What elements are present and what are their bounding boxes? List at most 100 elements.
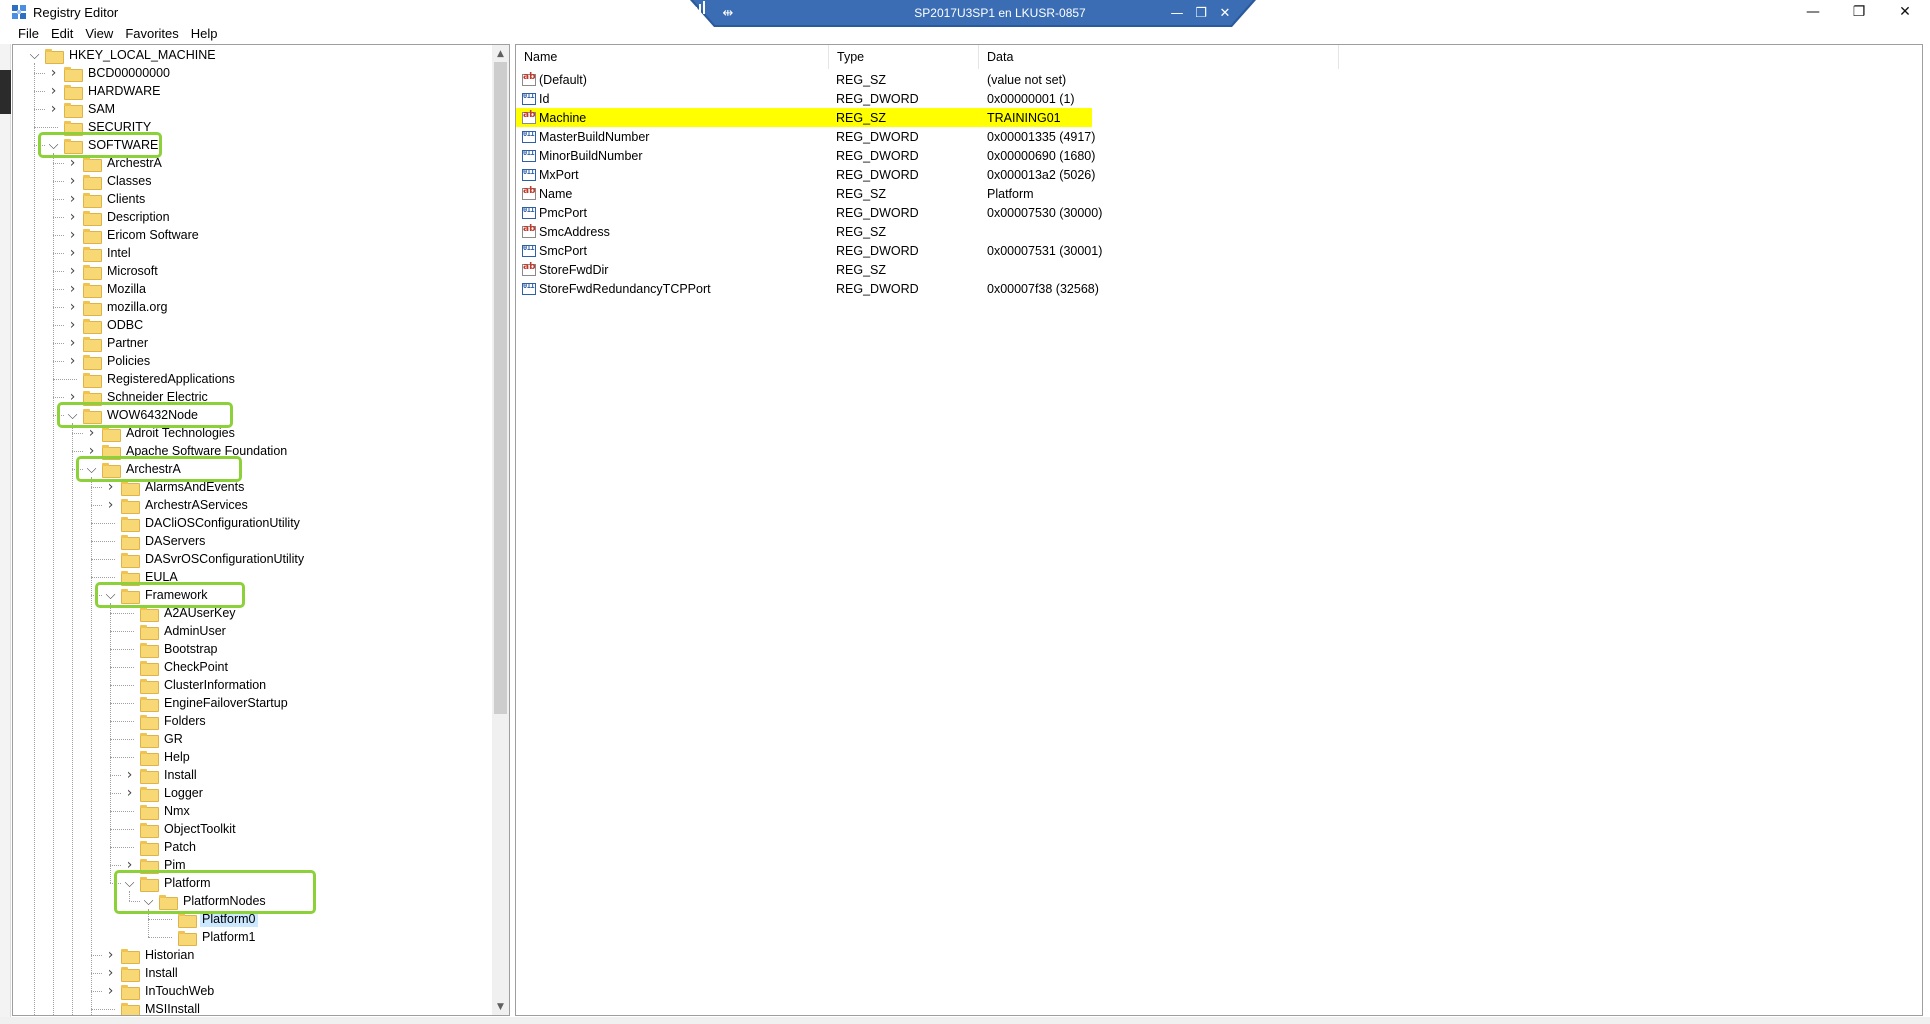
chevron-down-icon[interactable]: ⌵ [104, 586, 117, 604]
key-tree[interactable]: ⌵ HKEY_LOCAL_MACHINE › BCD00000000 › HARDWARE… [13, 45, 494, 1015]
tree-node[interactable]: Platform0 [161, 910, 258, 928]
tree-node[interactable]: › Pim [123, 856, 188, 874]
value-row[interactable]: Machine REG_SZ TRAINING01 [516, 108, 1092, 127]
tree-node[interactable]: RegisteredApplications [66, 370, 237, 388]
chevron-down-icon[interactable]: ⌵ [66, 406, 79, 424]
column-header-data[interactable]: Data [979, 45, 1339, 69]
tree-node[interactable]: ⌵ WOW6432Node [66, 406, 200, 424]
value-row[interactable]: (Default) REG_SZ (value not set) [516, 70, 1922, 89]
chevron-right-icon[interactable]: › [104, 964, 117, 982]
tree-node[interactable]: › mozilla.org [66, 298, 169, 316]
menu-edit[interactable]: Edit [45, 23, 79, 44]
value-row[interactable]: MinorBuildNumber REG_DWORD 0x00000690 (168… [516, 146, 1922, 165]
tree-node[interactable]: › Apache Software Foundation [85, 442, 289, 460]
scroll-up-arrow-icon[interactable]: ▲ [492, 45, 509, 62]
menu-view[interactable]: View [79, 23, 119, 44]
value-row[interactable]: MxPort REG_DWORD 0x000013a2 (5026) [516, 165, 1922, 184]
tree-node[interactable]: Bootstrap [123, 640, 220, 658]
tree-node[interactable]: › Microsoft [66, 262, 160, 280]
tree-node[interactable]: MSIInstall [104, 1000, 202, 1015]
chevron-right-icon[interactable]: › [66, 280, 79, 298]
values-list-pane[interactable]: Name Type Data (Default) REG_SZ (value not… [515, 44, 1923, 1016]
menu-file[interactable]: File [12, 23, 45, 44]
key-tree-pane[interactable]: ⌵ HKEY_LOCAL_MACHINE › BCD00000000 › HARDWARE… [12, 44, 510, 1016]
chevron-right-icon[interactable]: › [66, 226, 79, 244]
tree-node[interactable]: › Logger [123, 784, 205, 802]
tree-node[interactable]: DAServers [104, 532, 207, 550]
column-header-name[interactable]: Name [516, 45, 829, 69]
chevron-right-icon[interactable]: › [66, 190, 79, 208]
chevron-right-icon[interactable]: › [47, 82, 60, 100]
chevron-down-icon[interactable]: ⌵ [123, 874, 136, 892]
value-row[interactable]: Name REG_SZ Platform [516, 184, 1922, 203]
tree-node[interactable]: ⌵ ArchestrA [85, 460, 183, 478]
remote-minimize-button[interactable]: — [1166, 3, 1188, 23]
tree-node[interactable]: › Classes [66, 172, 153, 190]
value-row[interactable]: Id REG_DWORD 0x00000001 (1) [516, 89, 1922, 108]
tree-node[interactable]: › Historian [104, 946, 196, 964]
chevron-right-icon[interactable]: › [66, 172, 79, 190]
chevron-down-icon[interactable]: ⌵ [85, 460, 98, 478]
tree-node[interactable]: › Schneider Electric [66, 388, 210, 406]
chevron-right-icon[interactable]: › [104, 946, 117, 964]
chevron-right-icon[interactable]: › [66, 316, 79, 334]
chevron-right-icon[interactable]: › [104, 496, 117, 514]
chevron-right-icon[interactable]: › [66, 154, 79, 172]
tree-node[interactable]: › ODBC [66, 316, 145, 334]
scroll-down-arrow-icon[interactable]: ▼ [492, 998, 509, 1015]
chevron-right-icon[interactable]: › [66, 244, 79, 262]
pin-icon[interactable]: ⇹ [718, 4, 738, 22]
chevron-right-icon[interactable]: › [66, 208, 79, 226]
tree-node[interactable]: › Install [104, 964, 180, 982]
chevron-down-icon[interactable]: ⌵ [28, 46, 41, 64]
tree-node[interactable]: › ArchestrAServices [104, 496, 250, 514]
maximize-button[interactable]: ❐ [1836, 0, 1882, 24]
value-row[interactable]: StoreFwdDir REG_SZ [516, 260, 1922, 279]
tree-node[interactable]: › BCD00000000 [47, 64, 172, 82]
chevron-right-icon[interactable]: › [123, 784, 136, 802]
chevron-right-icon[interactable]: › [85, 442, 98, 460]
tree-node[interactable]: ⌵ PlatformNodes [142, 892, 268, 910]
tree-node[interactable]: Platform1 [161, 928, 258, 946]
tree-node[interactable]: ⌵ HKEY_LOCAL_MACHINE [28, 46, 218, 64]
tree-node[interactable]: › InTouchWeb [104, 982, 216, 1000]
chevron-right-icon[interactable]: › [66, 388, 79, 406]
chevron-right-icon[interactable]: › [47, 100, 60, 118]
chevron-right-icon[interactable]: › [47, 64, 60, 82]
tree-node[interactable]: EULA [104, 568, 180, 586]
tree-node[interactable]: › Ericom Software [66, 226, 201, 244]
tree-scrollbar[interactable]: ▲ ▼ [492, 45, 509, 1015]
tree-node[interactable]: › SAM [47, 100, 117, 118]
tree-node[interactable]: A2AUserKey [123, 604, 238, 622]
value-row[interactable]: SmcPort REG_DWORD 0x00007531 (30001) [516, 241, 1922, 260]
chevron-right-icon[interactable]: › [104, 982, 117, 1000]
chevron-right-icon[interactable]: › [104, 478, 117, 496]
close-button[interactable]: ✕ [1882, 0, 1928, 24]
tree-node[interactable]: › Intel [66, 244, 133, 262]
tree-node[interactable]: › Adroit Technologies [85, 424, 237, 442]
chevron-right-icon[interactable]: › [85, 424, 98, 442]
tree-node[interactable]: AdminUser [123, 622, 228, 640]
chevron-right-icon[interactable]: › [66, 334, 79, 352]
menu-favorites[interactable]: Favorites [119, 23, 184, 44]
scroll-thumb[interactable] [494, 62, 507, 714]
chevron-right-icon[interactable]: › [66, 262, 79, 280]
value-row[interactable]: SmcAddress REG_SZ [516, 222, 1922, 241]
tree-node[interactable]: DASvrOSConfigurationUtility [104, 550, 306, 568]
tree-node[interactable]: CheckPoint [123, 658, 230, 676]
remote-restore-button[interactable]: ❐ [1190, 3, 1212, 23]
tree-node[interactable]: › Clients [66, 190, 147, 208]
tree-node[interactable]: ObjectToolkit [123, 820, 238, 838]
tree-node[interactable]: ⌵ Platform [123, 874, 213, 892]
tree-node[interactable]: › Partner [66, 334, 150, 352]
value-row[interactable]: PmcPort REG_DWORD 0x00007530 (30000) [516, 203, 1922, 222]
chevron-right-icon[interactable]: › [123, 766, 136, 784]
tree-node[interactable]: ClusterInformation [123, 676, 268, 694]
tree-node[interactable]: DACliOSConfigurationUtility [104, 514, 302, 532]
tree-node[interactable]: › Mozilla [66, 280, 148, 298]
tree-node[interactable]: › Policies [66, 352, 152, 370]
minimize-button[interactable]: — [1790, 0, 1836, 24]
tree-node[interactable]: › ArchestrA [66, 154, 164, 172]
chevron-right-icon[interactable]: › [66, 298, 79, 316]
tree-node[interactable]: › AlarmsAndEvents [104, 478, 246, 496]
